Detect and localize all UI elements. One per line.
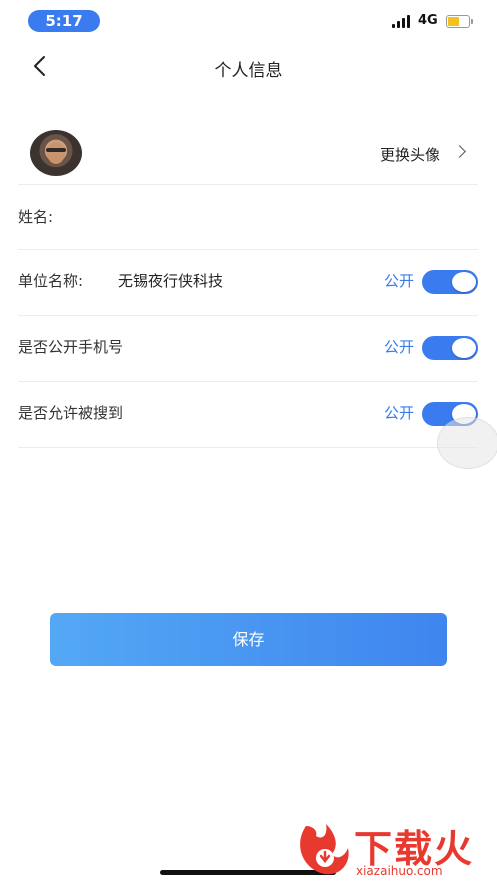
searchable-status: 公开 [383, 404, 414, 422]
assistive-touch-button[interactable] [437, 417, 497, 469]
change-avatar-link[interactable]: 更换头像 [380, 144, 440, 165]
avatar-row[interactable]: 更换头像 [18, 120, 478, 185]
nav-bar: 个人信息 [0, 44, 497, 88]
phone-public-status: 公开 [383, 338, 414, 356]
flame-logo-icon [300, 824, 349, 875]
watermark-url: xiazaihuo.com [356, 864, 443, 878]
searchable-label: 是否允许被搜到 [18, 404, 124, 422]
searchable-row: 是否允许被搜到 公开 [18, 382, 478, 448]
name-row[interactable]: 姓名: [18, 186, 478, 250]
avatar[interactable] [30, 130, 82, 176]
phone-public-row: 是否公开手机号 公开 [18, 316, 478, 382]
battery-icon [446, 15, 473, 28]
name-label: 姓名: [18, 208, 54, 226]
unit-value[interactable]: 无锡夜行侠科技 [118, 250, 223, 312]
unit-label: 单位名称: [18, 272, 84, 290]
unit-row: 单位名称: 无锡夜行侠科技 公开 [18, 250, 478, 316]
status-bar: 5:17 4G [0, 0, 497, 40]
chevron-right-icon [453, 145, 466, 158]
network-type: 4G [418, 13, 438, 28]
signal-icon [392, 14, 414, 28]
phone-public-label: 是否公开手机号 [18, 338, 124, 356]
status-time: 5:17 [28, 10, 100, 32]
save-button[interactable]: 保存 [50, 613, 447, 666]
unit-public-toggle[interactable] [422, 270, 478, 294]
page-title: 个人信息 [214, 61, 283, 81]
unit-public-label: 公开 [383, 272, 414, 290]
phone-public-toggle[interactable] [422, 336, 478, 360]
